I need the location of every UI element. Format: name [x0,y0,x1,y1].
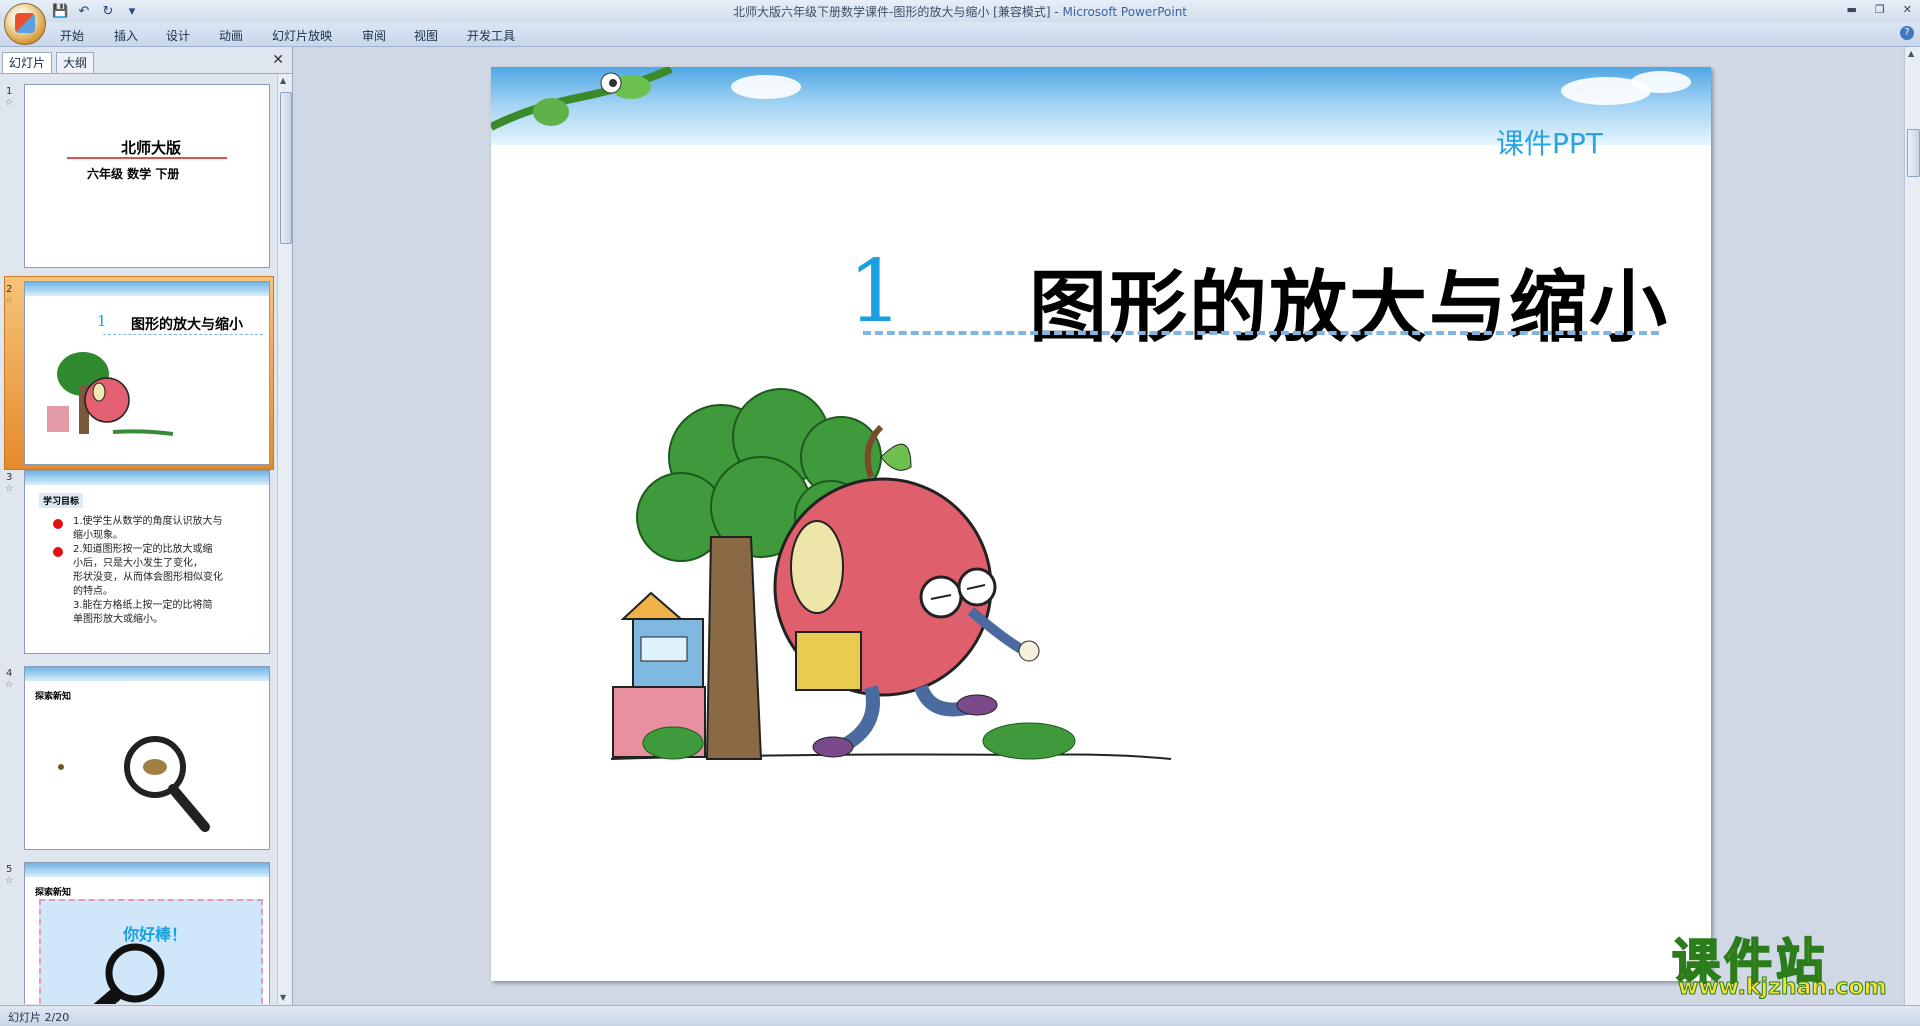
transition-icon: ☆ [5,296,14,306]
help-icon[interactable]: ? [1900,26,1914,40]
scroll-up-icon[interactable]: ▲ [1908,49,1914,58]
thumb-line: 3.能在方格纸上按一定的比将简 [73,600,213,611]
app-name: Microsoft PowerPoint [1062,5,1188,19]
window-title: 北师大版六年级下册数学课件-图形的放大与缩小 [兼容模式] - Microsof… [733,5,1188,19]
thumb-header: 探索新知 [35,888,72,898]
thumb-line: 小后，只是大小发生了变化， [73,558,203,569]
scroll-up-icon[interactable]: ▲ [280,76,286,85]
watermark: 课件站 www.kjzhan.com [1668,922,1904,1002]
tab-slides[interactable]: 幻灯片 [2,52,53,73]
slide-thumbnails: 1 ☆ 北师大版 六年级 数学 下册 2 ☆ 1 图形的放大与缩小 3 ☆ 学习… [0,74,276,1004]
slide-section-number: 1 [848,242,903,342]
tab-home[interactable]: 开始 [60,27,84,44]
thumb-title: 图形的放大与缩小 [131,317,243,333]
thumb-title: 北师大版 [121,139,182,157]
bullet-icon [53,547,63,557]
thumb-line: 缩小现象。 [73,530,123,541]
bullet-icon [53,519,63,529]
slide-thumbnail-2[interactable]: 1 图形的放大与缩小 [24,281,270,465]
transition-icon: ☆ [5,98,14,108]
thumb-line: 单图形放大或缩小。 [73,614,163,625]
office-button[interactable] [4,3,46,45]
window-controls: ▬ ❐ ✕ [1847,3,1913,16]
slide-number: 4 [6,668,13,679]
thumb-sky [25,863,269,877]
magnifier-icon [58,736,210,832]
transition-icon: ☆ [5,680,14,690]
pane-scrollbar[interactable]: ▲ ▼ [277,74,292,1004]
magnifier-icon [93,943,165,1004]
tab-slideshow[interactable]: 幻灯片放映 [272,27,332,44]
vine-leaf-icon [491,67,673,131]
restore-icon[interactable]: ❐ [1875,3,1885,16]
close-window-icon[interactable]: ✕ [1903,3,1912,16]
main-scrollbar[interactable]: ▲ [1904,47,1920,1005]
title-dashed-underline [863,331,1659,335]
corner-label: 课件PPT [1496,127,1603,160]
status-bar: 幻灯片 2/20 [0,1005,1920,1026]
scroll-thumb[interactable] [280,92,292,244]
slide-number: 1 [6,86,13,97]
slide-title: 图形的放大与缩小 [1029,263,1670,353]
tab-outline[interactable]: 大纲 [56,52,95,73]
transition-icon: ☆ [5,484,14,494]
tab-review[interactable]: 审阅 [362,27,386,44]
slides-pane: 幻灯片 大纲 ✕ 1 ☆ 北师大版 六年级 数学 下册 2 ☆ 1 图形的放大与… [0,47,293,1005]
slide-number: 2 [6,284,13,295]
thumb-line: 形状没变，从而体会图形相似变化 [73,572,223,583]
office-logo-icon [15,13,35,33]
title-underline [67,157,227,159]
slide-canvas[interactable]: 课件PPT 1 图形的放大与缩小 [491,67,1711,981]
thumb-sky [25,471,269,485]
thumb-header: 学习目标 [39,493,84,508]
slide-thumbnail-1[interactable]: 北师大版 六年级 数学 下册 [24,84,270,268]
pane-tabs: 幻灯片 大纲 ✕ [0,47,292,74]
minimize-icon[interactable]: ▬ [1847,3,1857,16]
tab-view[interactable]: 视图 [414,27,438,44]
thumb-number: 1 [97,312,107,330]
thumb-header: 探索新知 [35,692,72,702]
slide-number: 5 [6,864,13,875]
tab-animation[interactable]: 动画 [219,27,243,44]
watermark-url: www.kjzhan.com [1678,975,1888,1001]
slide-thumbnail-3[interactable]: 学习目标 1.使学生从数学的角度认识放大与 缩小现象。 2.知道图形按一定的比放… [24,470,270,654]
scroll-thumb[interactable] [1907,129,1920,177]
thumb-line: 的特点。 [73,586,113,597]
tab-insert[interactable]: 插入 [114,27,138,44]
slide-thumbnail-5[interactable]: 探索新知 你好棒！ [24,862,270,1004]
thumb-illustration [47,352,174,436]
document-title: 北师大版六年级下册数学课件-图形的放大与缩小 [兼容模式] [733,5,1051,19]
ribbon-tabs: 开始 插入 设计 动画 幻灯片放映 审阅 视图 开发工具 ? [0,22,1920,47]
thumb-line: 1.使学生从数学的角度认识放大与 [73,516,223,527]
tab-developer[interactable]: 开发工具 [467,27,515,44]
scroll-down-icon[interactable]: ▼ [280,993,286,1002]
thumb-subtitle: 六年级 数学 下册 [87,167,180,181]
thumb-dash [103,334,263,335]
slide-counter: 幻灯片 2/20 [8,1011,70,1024]
slide-number: 3 [6,472,13,483]
close-pane-icon[interactable]: ✕ [272,52,284,68]
thumb-line: 2.知道图形按一定的比放大或缩 [73,544,213,555]
thumb-sky [25,667,269,681]
thumb-sky [25,282,269,296]
transition-icon: ☆ [5,876,14,886]
apple-tree-illustration [611,388,1172,760]
title-bar: 💾 ↶ ↻ ▾ 北师大版六年级下册数学课件-图形的放大与缩小 [兼容模式] - … [0,0,1920,23]
slide-thumbnail-4[interactable]: 探索新知 [24,666,270,850]
tab-design[interactable]: 设计 [166,27,190,44]
